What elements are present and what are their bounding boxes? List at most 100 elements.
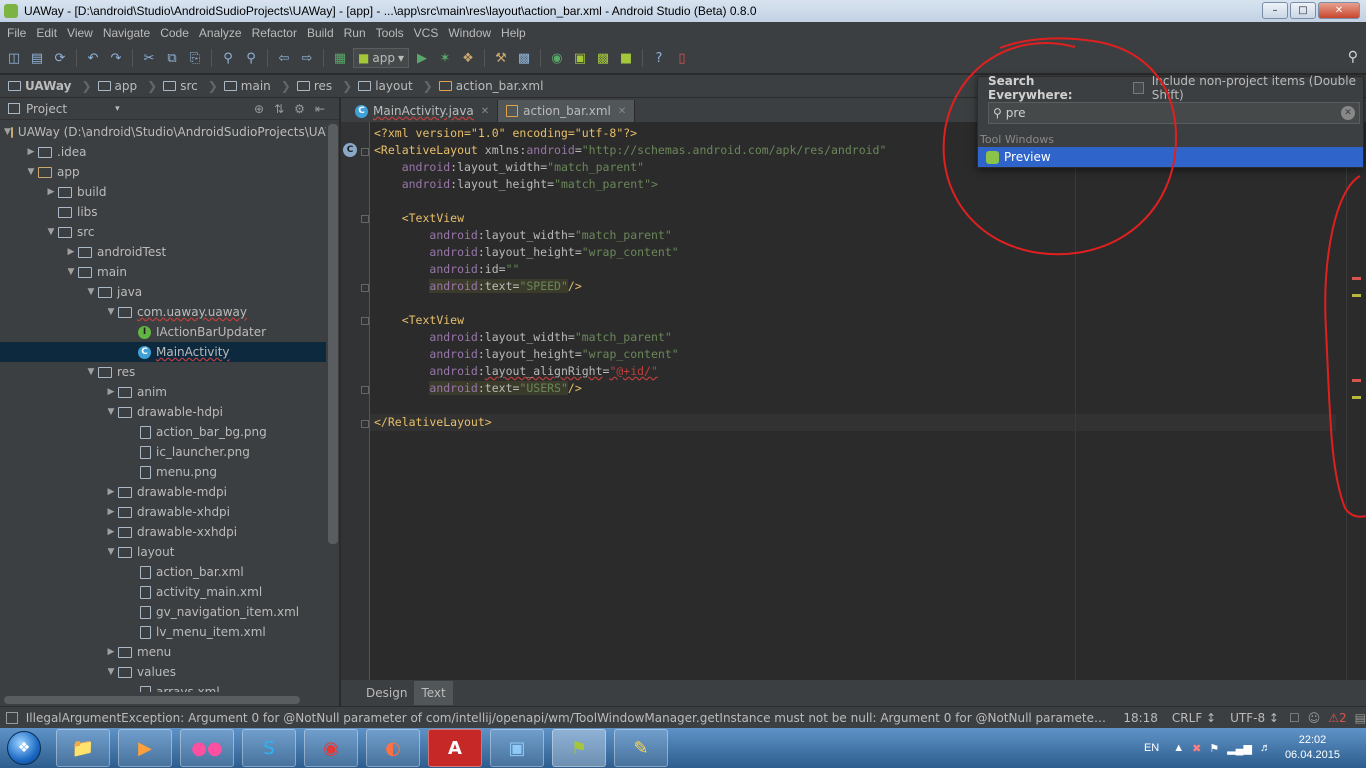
firefox-icon[interactable]: ◐ — [366, 729, 420, 767]
chrome-icon[interactable]: ◉ — [304, 729, 358, 767]
project-view-select[interactable]: Project — [26, 102, 67, 116]
file-explorer-icon[interactable]: 📁 — [56, 729, 110, 767]
tree-item[interactable]: ▼ com.uaway.uaway — [0, 302, 326, 322]
paint-icon[interactable]: ✎ — [614, 729, 668, 767]
tree-item[interactable]: ▶ menu — [0, 642, 326, 662]
collapse-arrow-icon[interactable]: ▶ — [104, 647, 118, 657]
editor-gutter[interactable]: C — [341, 122, 370, 680]
tree-item[interactable]: ▶ androidTest — [0, 242, 326, 262]
menu-item-edit[interactable]: Edit — [31, 26, 62, 40]
undo-icon[interactable]: ↶ — [83, 48, 103, 68]
collapse-arrow-icon[interactable]: ▶ — [24, 147, 38, 157]
editor-tab[interactable]: action_bar.xml ✕ — [498, 100, 636, 122]
clear-icon[interactable]: ✕ — [1341, 106, 1355, 120]
editor-tab[interactable]: C MainActivity.java ✕ — [347, 100, 499, 122]
tree-item[interactable]: ▶ drawable-mdpi — [0, 482, 326, 502]
attach-icon[interactable]: ❖ — [458, 48, 478, 68]
project-tree-horizontal-scrollbar[interactable] — [4, 696, 300, 704]
caret-position[interactable]: 18:18 — [1123, 711, 1158, 725]
lock-icon[interactable]: ☐ — [1289, 711, 1300, 725]
class-gutter-icon[interactable]: C — [343, 143, 357, 157]
media-player-icon[interactable]: ▶ — [118, 729, 172, 767]
find-icon[interactable]: ⚲ — [218, 48, 238, 68]
line-separator-select[interactable]: CRLF ↕ — [1172, 711, 1216, 725]
make-icon[interactable]: ▦ — [330, 48, 350, 68]
chevron-down-icon[interactable]: ▾ — [115, 104, 120, 114]
fold-marker[interactable] — [361, 215, 369, 223]
search-result-item[interactable]: Preview — [978, 147, 1363, 167]
include-non-project-label[interactable]: Include non-project items (Double Shift) — [1152, 74, 1363, 102]
tree-item[interactable]: ▼ layout — [0, 542, 326, 562]
tool-windows-icon[interactable] — [6, 711, 18, 724]
warning-mark[interactable] — [1352, 396, 1361, 399]
search-field[interactable]: ⚲ ✕ — [988, 102, 1360, 124]
collapse-icon[interactable]: ⇅ — [274, 102, 284, 116]
tree-item[interactable]: ▶ drawable-xhdpi — [0, 502, 326, 522]
hector-icon[interactable]: ☺ — [1308, 711, 1321, 725]
breadcrumb-item[interactable]: layout — [358, 79, 413, 93]
expand-arrow-icon[interactable]: ▼ — [4, 127, 11, 137]
expand-arrow-icon[interactable]: ▼ — [104, 307, 118, 317]
action-center-icon[interactable]: ⚑ — [1209, 742, 1219, 755]
acrobat-icon[interactable]: A — [428, 729, 482, 767]
expand-arrow-icon[interactable]: ▼ — [104, 407, 118, 417]
menu-item-code[interactable]: Code — [155, 26, 194, 40]
menu-item-run[interactable]: Run — [339, 26, 371, 40]
warning-mark[interactable] — [1352, 294, 1361, 297]
menu-item-help[interactable]: Help — [496, 26, 531, 40]
target-icon[interactable]: ⊕ — [254, 102, 264, 116]
collapse-arrow-icon[interactable]: ▶ — [104, 507, 118, 517]
run-configuration-select[interactable]: ■ app ▾ — [353, 48, 409, 68]
search-icon[interactable]: ⚲ — [1348, 49, 1358, 65]
expand-arrow-icon[interactable]: ▼ — [44, 227, 58, 237]
gear-icon[interactable]: ⚙ — [294, 102, 305, 116]
error-count[interactable]: ⚠2 — [1328, 711, 1346, 725]
tree-item[interactable]: activity_main.xml — [0, 582, 326, 602]
debug-icon[interactable]: ✶ — [435, 48, 455, 68]
collapse-arrow-icon[interactable]: ▶ — [104, 527, 118, 537]
tree-item[interactable]: ▼ src — [0, 222, 326, 242]
forward-icon[interactable]: ⇨ — [297, 48, 317, 68]
expand-arrow-icon[interactable]: ▼ — [84, 287, 98, 297]
paste-icon[interactable]: ⎘ — [185, 48, 205, 68]
tree-item[interactable]: libs — [0, 202, 326, 222]
close-tab-icon[interactable]: ✕ — [618, 106, 626, 117]
tree-item[interactable]: ▶ .idea — [0, 142, 326, 162]
skype-icon[interactable]: S — [242, 729, 296, 767]
save-icon[interactable]: ▤ — [27, 48, 47, 68]
close-button[interactable]: ✕ — [1318, 2, 1360, 19]
event-log-icon[interactable]: ▤ — [1355, 711, 1366, 725]
collapse-arrow-icon[interactable]: ▶ — [64, 247, 78, 257]
breadcrumb-item[interactable]: UAWay — [8, 79, 71, 93]
tree-item[interactable]: ▶ anim — [0, 382, 326, 402]
minimize-button[interactable]: – — [1262, 2, 1288, 19]
menu-item-tools[interactable]: Tools — [371, 26, 409, 40]
menu-item-refactor[interactable]: Refactor — [247, 26, 302, 40]
error-stripe[interactable] — [1346, 122, 1366, 680]
tree-item[interactable]: ▼ app — [0, 162, 326, 182]
redo-icon[interactable]: ↷ — [106, 48, 126, 68]
tree-item[interactable]: I IActionBarUpdater — [0, 322, 326, 342]
tree-item[interactable]: ▶ drawable-xxhdpi — [0, 522, 326, 542]
run-icon[interactable]: ▶ — [412, 48, 432, 68]
start-button[interactable]: ❖ — [0, 728, 48, 768]
tree-item[interactable]: ▼ java — [0, 282, 326, 302]
flickr-icon[interactable]: ●● — [180, 729, 234, 767]
help-icon[interactable]: ? — [649, 48, 669, 68]
show-hidden-icons-icon[interactable]: ▲ — [1173, 742, 1184, 755]
menu-item-file[interactable]: File — [2, 26, 31, 40]
expand-arrow-icon[interactable]: ▼ — [24, 167, 38, 177]
expand-arrow-icon[interactable]: ▼ — [104, 547, 118, 557]
hide-icon[interactable]: ⇤ — [315, 102, 325, 116]
structure-icon[interactable]: ▩ — [514, 48, 534, 68]
breadcrumb-item[interactable]: app — [97, 79, 137, 93]
tree-item[interactable]: C MainActivity — [0, 342, 326, 362]
breadcrumb-item[interactable]: res — [296, 79, 332, 93]
breadcrumb-item[interactable]: src — [163, 79, 198, 93]
tree-item[interactable]: ▼ values — [0, 662, 326, 682]
menu-item-build[interactable]: Build — [302, 26, 339, 40]
error-mark[interactable] — [1352, 379, 1361, 382]
code-editor[interactable]: <?xml version="1.0" encoding="utf-8"?> <… — [372, 126, 1336, 678]
status-message[interactable]: IllegalArgumentException: Argument 0 for… — [26, 711, 1110, 725]
search-input[interactable] — [1005, 106, 1326, 120]
